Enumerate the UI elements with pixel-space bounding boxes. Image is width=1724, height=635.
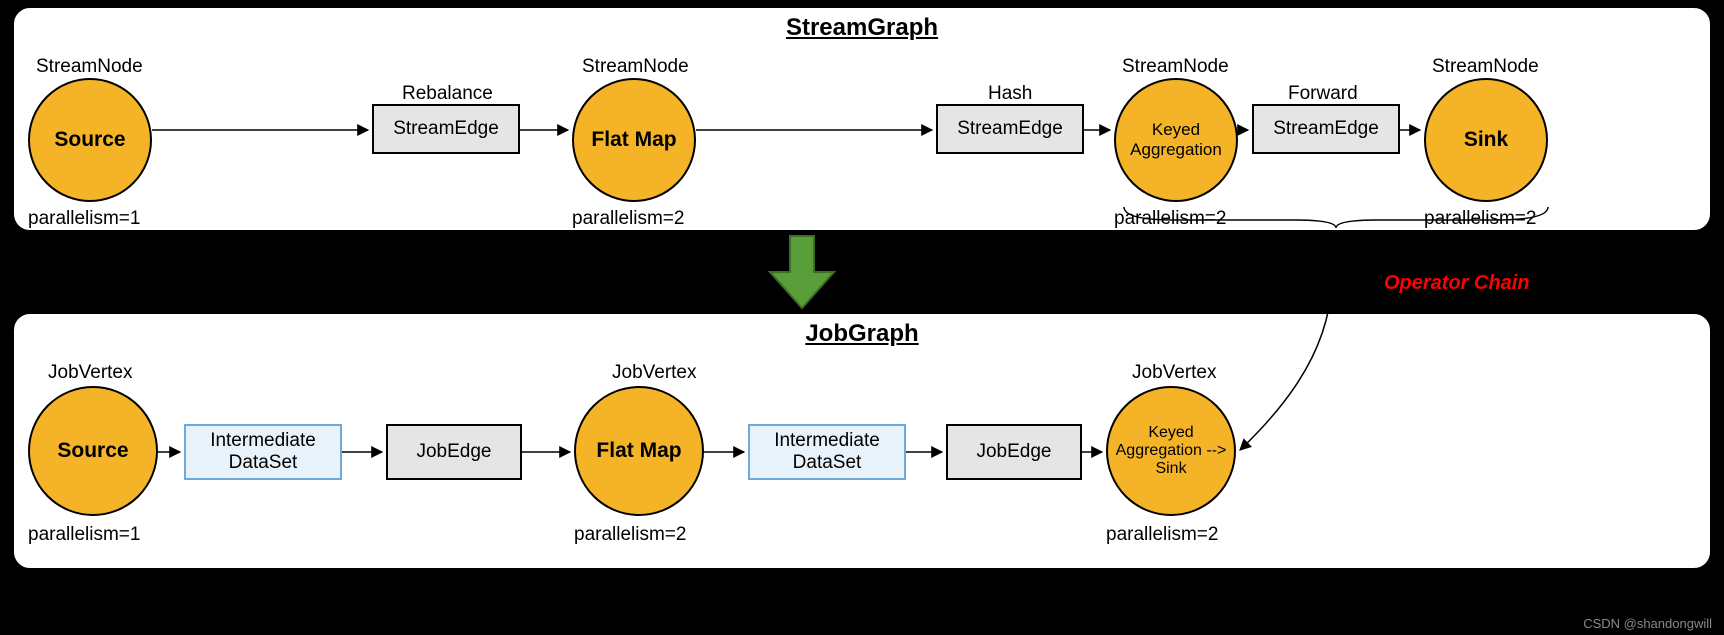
watermark: CSDN @shandongwill [1583, 616, 1712, 631]
operator-chain-arrow [0, 0, 1724, 635]
